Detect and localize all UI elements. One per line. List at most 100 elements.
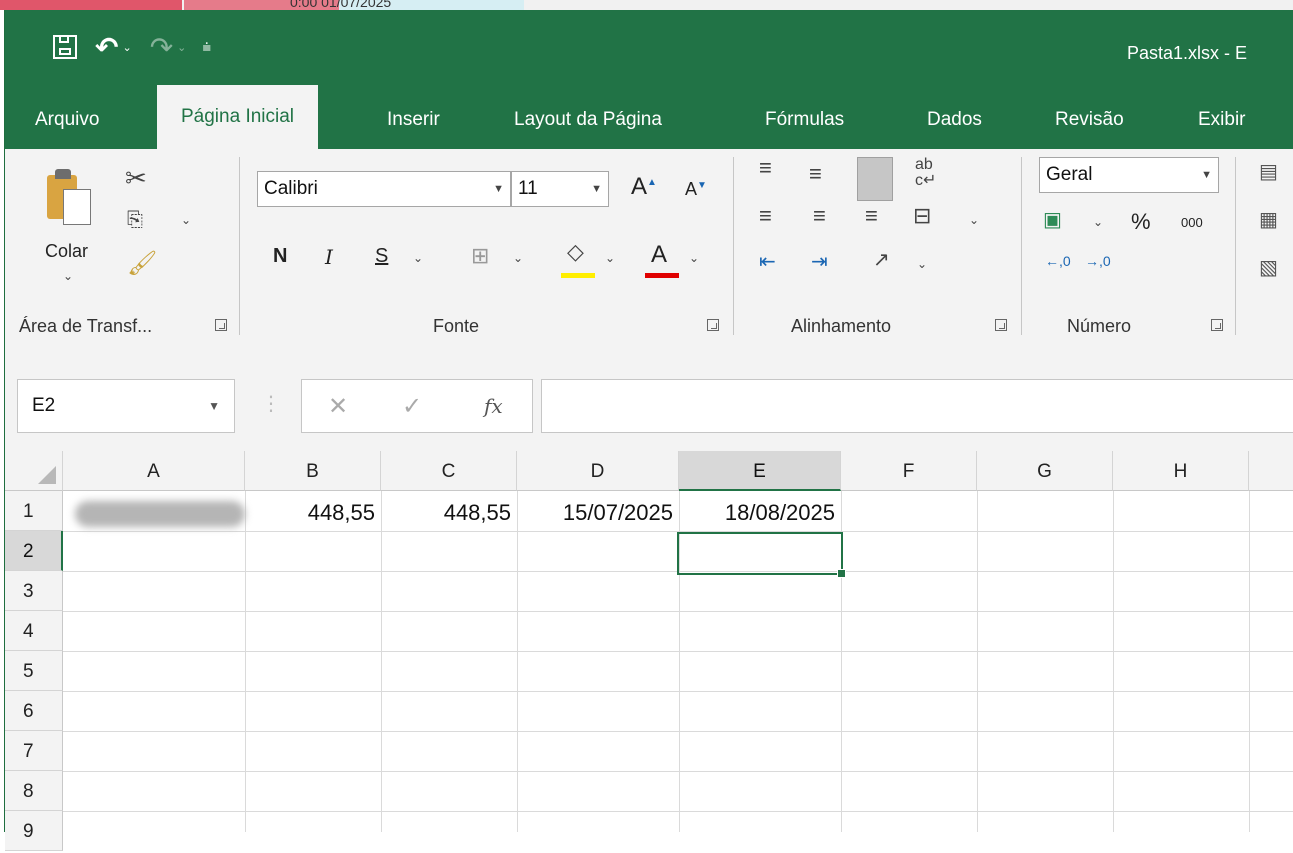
column-header-g[interactable]: G [977, 451, 1113, 491]
font-launcher-icon[interactable] [707, 319, 719, 331]
increase-indent-icon[interactable]: ⇥ [811, 249, 828, 274]
decrease-decimal-icon[interactable]: →,0 [1085, 253, 1111, 269]
cell-styles-icon[interactable]: ▧ [1259, 255, 1278, 280]
align-center-icon[interactable]: ≡ [813, 203, 826, 229]
copy-dropdown-icon[interactable]: ⌄ [181, 213, 191, 227]
align-bottom-icon[interactable] [857, 157, 893, 201]
number-launcher-icon[interactable] [1211, 319, 1223, 331]
column-header-c[interactable]: C [381, 451, 517, 491]
tab-pagina-inicial[interactable]: Página Inicial [157, 85, 319, 149]
cell-d1[interactable]: 15/07/2025 [517, 491, 679, 531]
merge-center-icon[interactable]: ⊟ [913, 203, 931, 229]
font-size-dropdown-icon[interactable]: ▼ [591, 172, 602, 206]
clipboard-launcher-icon[interactable] [215, 319, 227, 331]
tab-inserir[interactable]: Inserir [387, 103, 440, 149]
tab-exibir[interactable]: Exibir [1198, 103, 1246, 149]
orientation-icon[interactable]: ↗ [873, 247, 890, 272]
column-header-i[interactable] [1249, 451, 1293, 491]
row-header-1[interactable]: 1 [5, 491, 63, 531]
column-header-b[interactable]: B [245, 451, 381, 491]
align-top-icon[interactable]: ≡ [759, 155, 772, 181]
row-header-5[interactable]: 5 [5, 651, 63, 691]
conditional-format-icon[interactable]: ▤ [1259, 159, 1278, 184]
cell-c1[interactable]: 448,55 [381, 491, 517, 531]
borders-icon[interactable]: ⊞ [471, 243, 489, 269]
orientation-dropdown-icon[interactable]: ⌄ [917, 257, 927, 271]
row-header-4[interactable]: 4 [5, 611, 63, 651]
paste-button[interactable]: Colar [45, 241, 88, 262]
alignment-launcher-icon[interactable] [995, 319, 1007, 331]
format-painter-icon[interactable]: 🖌 [127, 249, 157, 278]
undo-dropdown-icon[interactable]: ⌄ [122, 32, 131, 62]
column-header-h[interactable]: H [1113, 451, 1249, 491]
tab-formulas[interactable]: Fórmulas [765, 103, 844, 149]
grow-font-button[interactable]: A▲ [631, 173, 657, 201]
number-format-combo[interactable]: Geral ▼ [1039, 157, 1219, 193]
save-icon[interactable] [53, 35, 77, 59]
select-all-button[interactable] [5, 451, 63, 491]
cell-e1[interactable]: 18/08/2025 [679, 491, 841, 531]
align-right-icon[interactable]: ≡ [865, 203, 878, 229]
column-header-a[interactable]: A [63, 451, 245, 491]
align-left-icon[interactable]: ≡ [759, 203, 772, 229]
cell-a1-redacted[interactable] [75, 501, 245, 527]
redo-icon[interactable]: ↷ [150, 32, 173, 63]
italic-button[interactable]: I [325, 245, 333, 269]
column-header-d[interactable]: D [517, 451, 679, 491]
decrease-indent-icon[interactable]: ⇤ [759, 249, 776, 274]
column-header-f[interactable]: F [841, 451, 977, 491]
enter-icon[interactable]: ✓ [402, 392, 422, 421]
customize-toolbar-icon[interactable]: ⩧ [202, 32, 211, 62]
number-group-label: Número [1067, 316, 1132, 336]
cut-icon[interactable]: ✂ [125, 163, 147, 194]
redo-dropdown-icon[interactable]: ⌄ [177, 32, 186, 62]
increase-decimal-icon[interactable]: ←,0 [1045, 253, 1071, 269]
fill-color-icon[interactable]: ◇ [567, 239, 584, 265]
formula-input[interactable] [541, 379, 1293, 433]
title-bar: ↶ ⌄ ↷ ⌄ ⩧ Pasta1.xlsx - E [5, 10, 1293, 85]
row-header-6[interactable]: 6 [5, 691, 63, 731]
align-middle-icon[interactable]: ≡ [809, 161, 822, 187]
tab-layout-da-pagina[interactable]: Layout da Página [514, 103, 662, 149]
column-header-e[interactable]: E [679, 451, 841, 491]
copy-icon[interactable]: ⎘ [127, 209, 143, 232]
underline-button[interactable]: S [375, 245, 388, 268]
row-header-7[interactable]: 7 [5, 731, 63, 771]
font-size-combo[interactable]: 11 ▼ [511, 171, 609, 207]
formula-bar-grip-icon[interactable]: ⋮ [261, 391, 281, 416]
font-color-dropdown-icon[interactable]: ⌄ [689, 251, 699, 265]
thousands-button[interactable]: 000 [1181, 215, 1203, 230]
name-box-dropdown-icon[interactable]: ▼ [208, 380, 220, 432]
wrap-text-icon[interactable]: ab c↵ [915, 157, 936, 189]
font-name-combo[interactable]: Calibri ▼ [257, 171, 511, 207]
insert-function-icon[interactable]: fx [484, 394, 503, 418]
row-header-9[interactable]: 9 [5, 811, 63, 851]
bold-button[interactable]: N [273, 245, 287, 268]
undo-icon[interactable]: ↶ [95, 32, 118, 63]
borders-dropdown-icon[interactable]: ⌄ [513, 251, 523, 265]
merge-dropdown-icon[interactable]: ⌄ [969, 213, 979, 227]
currency-dropdown-icon[interactable]: ⌄ [1093, 215, 1103, 229]
name-box[interactable]: E2 ▼ [17, 379, 235, 433]
font-name-value: Calibri [264, 178, 318, 199]
row-header-8[interactable]: 8 [5, 771, 63, 811]
tab-arquivo[interactable]: Arquivo [35, 103, 99, 149]
percent-button[interactable]: % [1131, 209, 1151, 235]
tab-dados[interactable]: Dados [927, 103, 982, 149]
paste-icon[interactable] [47, 167, 91, 225]
shrink-font-button[interactable]: A▼ [685, 179, 707, 200]
cancel-icon[interactable]: ✕ [328, 392, 348, 421]
row-header-2[interactable]: 2 [5, 531, 63, 571]
active-cell-e2[interactable] [677, 532, 846, 578]
font-name-dropdown-icon[interactable]: ▼ [493, 172, 504, 206]
format-table-icon[interactable]: ▦ [1259, 207, 1278, 232]
paste-dropdown-icon[interactable]: ⌄ [63, 269, 73, 283]
number-format-dropdown-icon[interactable]: ▼ [1201, 158, 1212, 192]
font-color-button[interactable]: A [651, 241, 667, 269]
cell-b1[interactable]: 448,55 [245, 491, 381, 531]
fill-color-dropdown-icon[interactable]: ⌄ [605, 251, 615, 265]
tab-revisao[interactable]: Revisão [1055, 103, 1124, 149]
currency-format-icon[interactable]: ▣ [1043, 207, 1062, 232]
row-header-3[interactable]: 3 [5, 571, 63, 611]
underline-dropdown-icon[interactable]: ⌄ [413, 251, 423, 265]
